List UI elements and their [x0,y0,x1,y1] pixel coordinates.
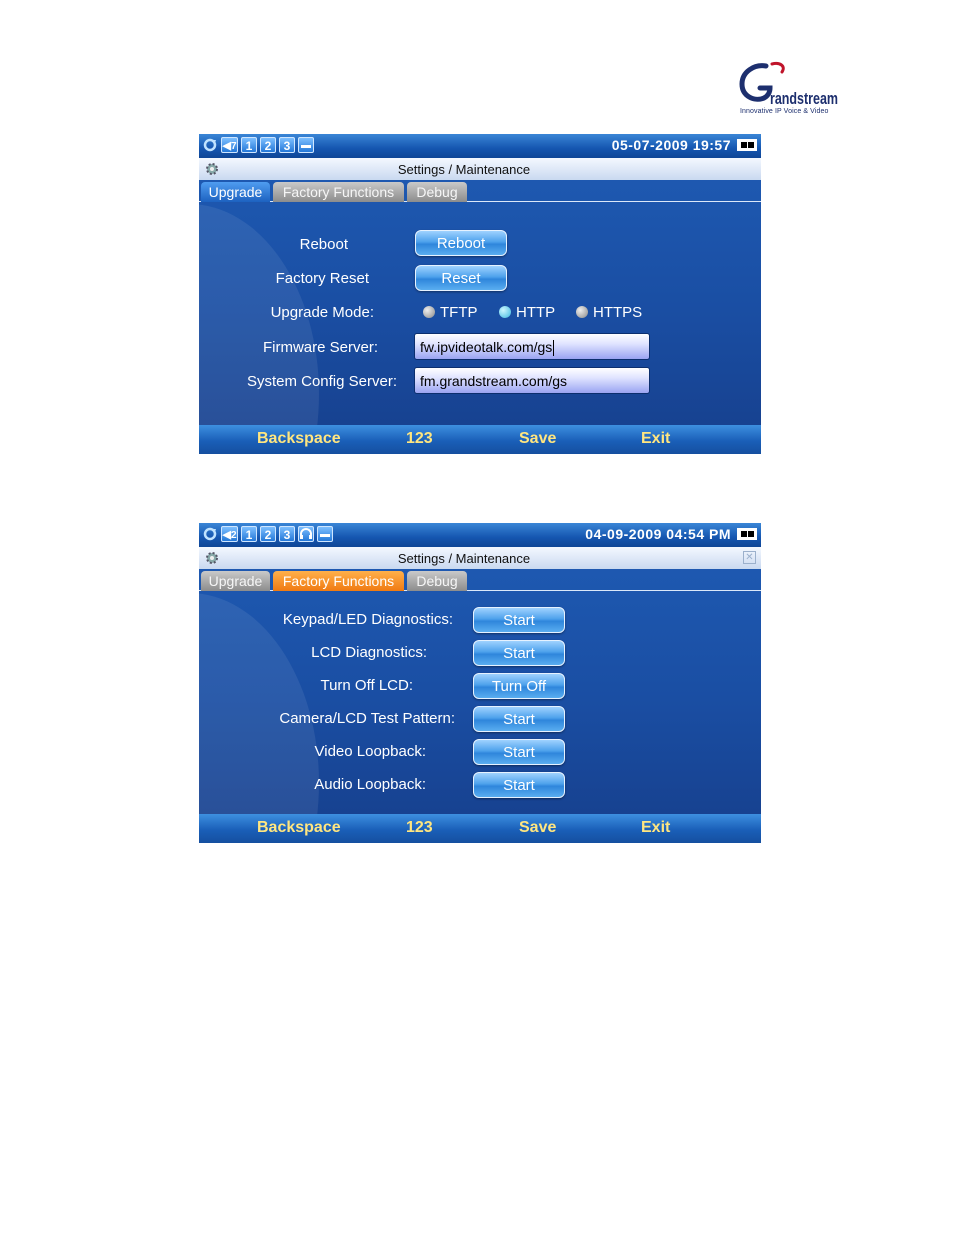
sync-icon [202,526,218,542]
status-datetime: 05-07-2009 19:57 [611,137,731,153]
line-3-icon[interactable]: 3 [279,526,295,542]
audio-loopback-start-button[interactable]: Start [473,772,565,798]
diag-label-turn-off-lcd: Turn Off LCD: [320,677,413,694]
softkey-backspace[interactable]: Backspace [257,430,341,448]
radio-dot-selected [499,306,511,318]
tab-bar: Upgrade Factory Functions Debug [199,180,761,202]
line-2-icon[interactable]: 2 [260,526,276,542]
tab-bar: Upgrade Factory Functions Debug [199,569,761,591]
tab-upgrade[interactable]: Upgrade [201,182,270,202]
config-server-input[interactable]: fm.grandstream.com/gs [414,367,650,394]
diag-label-camera-lcd: Camera/LCD Test Pattern: [279,710,455,727]
diag-label-audio-loopback: Audio Loopback: [314,776,426,793]
headset-icon [298,526,314,542]
status-bar: ◀2 1 2 3 ▬ 04-09-2009 04:54 PM [199,523,761,547]
grandstream-logo: randstream Innovative IP Voice & Video [736,60,841,120]
close-icon[interactable]: ✕ [743,551,756,564]
page-title: Settings / Maintenance [397,551,531,566]
lcd-start-button[interactable]: Start [473,640,565,666]
softkey-123[interactable]: 123 [406,819,433,837]
softkey-backspace[interactable]: Backspace [257,819,341,837]
volume-icon[interactable]: ◀7 [221,137,238,153]
softkey-save[interactable]: Save [519,819,556,837]
radio-tftp[interactable]: TFTP [423,303,478,321]
radio-https[interactable]: HTTPS [576,303,642,321]
video-loopback-start-button[interactable]: Start [473,739,565,765]
clapper-icon: ▬ [317,526,333,542]
firmware-server-input[interactable]: fw.ipvideotalk.com/gs [414,333,650,360]
upgrade-screen: ◀7 1 2 3 ▬ 05-07-2009 19:57 Settings / M… [199,134,761,454]
volume-level: 7 [230,141,237,152]
status-datetime: 04-09-2009 04:54 PM [585,526,731,542]
camera-lcd-start-button[interactable]: Start [473,706,565,732]
battery-icon [737,139,757,151]
title-bar: Settings / Maintenance [199,158,761,180]
tab-debug[interactable]: Debug [407,571,467,591]
softkey-exit[interactable]: Exit [641,819,670,837]
text-cursor [553,340,555,357]
firmware-server-label: Firmware Server: [262,339,378,356]
keypad-led-start-button[interactable]: Start [473,607,565,633]
diag-label-video-loopback: Video Loopback: [314,743,426,760]
tab-factory-functions[interactable]: Factory Functions [273,571,404,591]
tab-upgrade[interactable]: Upgrade [201,571,270,591]
upgrade-mode-label: Upgrade Mode: [270,304,374,321]
line-1-icon[interactable]: 1 [241,137,257,153]
radio-dot [423,306,435,318]
softkey-bar: Backspace 123 Save Exit [199,814,761,843]
status-bar: ◀7 1 2 3 ▬ 05-07-2009 19:57 [199,134,761,158]
page-title: Settings / Maintenance [397,162,531,177]
logo-tagline: Innovative IP Voice & Video [740,108,829,115]
diag-label-keypad-led: Keypad/LED Diagnostics: [282,611,453,628]
tab-factory-functions[interactable]: Factory Functions [273,182,404,202]
reset-button[interactable]: Reset [415,265,507,291]
line-2-icon[interactable]: 2 [260,137,276,153]
softkey-123[interactable]: 123 [406,430,433,448]
softkey-bar: Backspace 123 Save Exit [199,425,761,454]
diag-label-lcd: LCD Diagnostics: [311,644,427,661]
line-1-icon[interactable]: 1 [241,526,257,542]
volume-level: 2 [230,530,237,541]
config-server-label: System Config Server: [246,373,397,390]
sync-icon [202,137,218,153]
softkey-exit[interactable]: Exit [641,430,670,448]
tab-debug[interactable]: Debug [407,182,467,202]
reboot-button[interactable]: Reboot [415,230,507,256]
turn-off-lcd-button[interactable]: Turn Off [473,673,565,699]
title-bar: Settings / Maintenance ✕ [199,547,761,569]
factory-reset-label: Factory Reset [275,270,369,287]
clapper-icon: ▬ [298,137,314,153]
radio-http[interactable]: HTTP [499,303,555,321]
softkey-save[interactable]: Save [519,430,556,448]
reboot-label: Reboot [299,236,348,253]
factory-functions-screen: ◀2 1 2 3 ▬ 04-09-2009 04:54 PM Settings … [199,523,761,843]
volume-icon[interactable]: ◀2 [221,526,238,542]
grandstream-logo-mark: randstream [739,62,838,108]
battery-icon [737,528,757,540]
svg-text:randstream: randstream [770,89,838,108]
radio-dot [576,306,588,318]
line-3-icon[interactable]: 3 [279,137,295,153]
